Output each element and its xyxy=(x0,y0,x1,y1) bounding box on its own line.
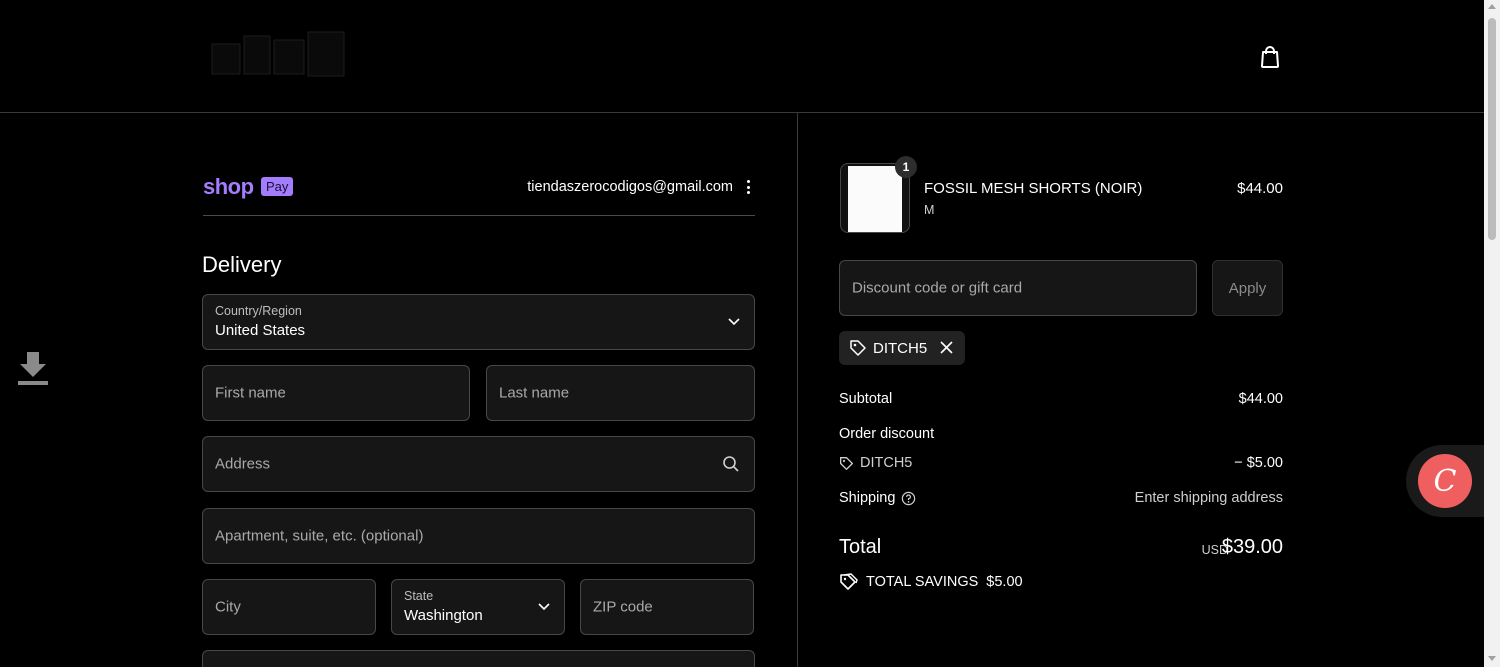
shipping-value: Enter shipping address xyxy=(1134,490,1283,506)
last-name-placeholder: Last name xyxy=(499,384,570,402)
shop-pay-account-row: shop Pay tiendaszerocodigos@gmail.com xyxy=(203,170,755,216)
help-icon[interactable] xyxy=(901,491,916,506)
scroll-down-arrow-icon[interactable] xyxy=(1488,656,1496,661)
chevron-down-icon xyxy=(728,318,740,326)
total-label: Total xyxy=(839,536,882,558)
total-savings-row: TOTAL SAVINGS $5.00 xyxy=(839,573,1023,590)
zip-placeholder: ZIP code xyxy=(593,598,653,616)
country-value: United States xyxy=(215,322,306,339)
shipping-label: Shipping xyxy=(839,490,896,506)
apartment-placeholder: Apartment, suite, etc. (optional) xyxy=(215,527,424,545)
remove-discount-icon[interactable] xyxy=(939,340,954,355)
product-variant: M xyxy=(924,203,935,217)
country-select[interactable]: Country/Region United States xyxy=(202,294,755,350)
country-label: Country/Region xyxy=(215,304,302,318)
order-discount-label: Order discount xyxy=(839,426,935,442)
product-price: $44.00 xyxy=(1237,180,1283,197)
first-name-field[interactable]: First name xyxy=(202,365,470,421)
tag-icon xyxy=(840,456,853,470)
page-scrollbar[interactable] xyxy=(1484,0,1500,667)
chat-widget-icon[interactable]: C xyxy=(1418,454,1472,508)
shopping-bag-icon xyxy=(1261,46,1279,68)
zip-field[interactable]: ZIP code xyxy=(580,579,754,635)
search-icon[interactable] xyxy=(722,455,740,473)
download-icon[interactable] xyxy=(16,350,50,386)
subtotal-label: Subtotal xyxy=(839,391,893,407)
delivery-heading: Delivery xyxy=(202,252,282,277)
brand-logo-icon[interactable] xyxy=(208,26,353,86)
discount-placeholder: Discount code or gift card xyxy=(852,279,1023,297)
scroll-up-arrow-icon[interactable] xyxy=(1488,4,1496,9)
apartment-field[interactable]: Apartment, suite, etc. (optional) xyxy=(202,508,755,564)
city-placeholder: City xyxy=(215,598,241,616)
discount-code-label: DITCH5 xyxy=(860,455,913,471)
cart-button[interactable] xyxy=(1256,42,1284,72)
scroll-thumb[interactable] xyxy=(1488,18,1496,240)
subtotal-value: $44.00 xyxy=(1238,391,1283,407)
discount-value: − $5.00 xyxy=(1234,455,1283,471)
shop-pay-badge: Pay xyxy=(261,177,294,196)
quantity-badge: 1 xyxy=(895,156,917,178)
last-name-field[interactable]: Last name xyxy=(486,365,755,421)
chevron-down-icon xyxy=(538,603,550,611)
state-select[interactable]: State Washington xyxy=(391,579,565,635)
product-image xyxy=(848,166,902,232)
tag-icon xyxy=(850,340,866,356)
discount-code-row: DITCH5 xyxy=(839,455,912,471)
shipping-row: Shipping xyxy=(839,490,916,506)
applied-discount-chip: DITCH5 xyxy=(839,331,965,365)
kebab-menu-icon[interactable] xyxy=(743,178,753,196)
shop-pay-logo: shop xyxy=(203,174,254,199)
savings-label: TOTAL SAVINGS xyxy=(866,573,979,590)
account-email: tiendaszerocodigos@gmail.com xyxy=(527,179,733,195)
savings-value: $5.00 xyxy=(986,573,1023,590)
discount-code-input[interactable]: Discount code or gift card xyxy=(839,260,1197,316)
chat-widget[interactable]: C xyxy=(1406,445,1484,517)
total-value: $39.00 xyxy=(1221,536,1283,558)
column-divider xyxy=(797,113,798,667)
savings-tag-icon xyxy=(840,573,858,590)
address-placeholder: Address xyxy=(215,455,271,473)
address-field[interactable]: Address xyxy=(202,436,755,492)
first-name-placeholder: First name xyxy=(215,384,286,402)
applied-code: DITCH5 xyxy=(873,340,928,357)
site-header xyxy=(0,0,1484,113)
apply-discount-button[interactable]: Apply xyxy=(1212,260,1283,316)
state-label: State xyxy=(404,589,434,603)
city-field[interactable]: City xyxy=(202,579,376,635)
product-title: FOSSIL MESH SHORTS (NOIR) xyxy=(924,180,1143,197)
state-value: Washington xyxy=(404,607,483,624)
phone-field[interactable] xyxy=(202,650,755,667)
